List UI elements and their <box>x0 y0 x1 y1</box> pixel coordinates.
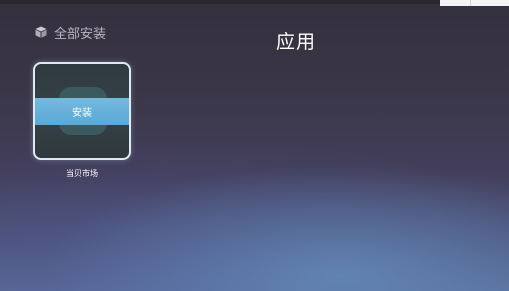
app-name-label: 当贝市场 <box>66 169 98 178</box>
install-button-label: 安装 <box>72 108 92 119</box>
page-title: 应用 <box>276 31 317 53</box>
app-tile[interactable]: 安装 <box>33 62 131 160</box>
corner-divider <box>470 0 471 6</box>
install-filter-label: 全部安装 <box>54 26 107 42</box>
install-button[interactable]: 安装 <box>35 98 129 125</box>
window-corner-patch <box>440 0 509 6</box>
install-filter[interactable]: 全部安装 <box>35 23 107 42</box>
top-strip <box>0 0 509 4</box>
package-box-icon <box>35 26 47 38</box>
